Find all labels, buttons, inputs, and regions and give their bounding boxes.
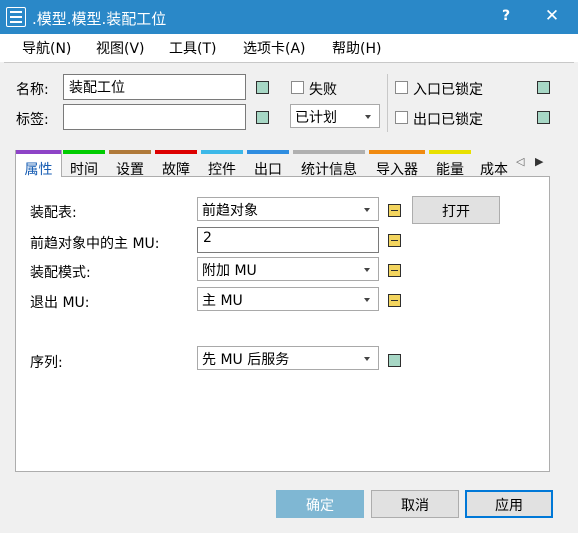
- tab-color-bar: [155, 150, 197, 154]
- tab-color-bar: [293, 150, 365, 154]
- tab-color-bar: [369, 150, 425, 154]
- menu-tabs[interactable]: 选项卡(A): [243, 38, 306, 58]
- help-button[interactable]: ?: [496, 8, 516, 24]
- ok-button[interactable]: 确定: [276, 490, 364, 518]
- tab-color-bar: [63, 150, 105, 154]
- tab-color-bar: [109, 150, 151, 154]
- entry-locked-label: 入口已锁定: [413, 82, 483, 98]
- menu-tools[interactable]: 工具(T): [169, 38, 216, 58]
- name-input[interactable]: 装配工位: [63, 74, 246, 100]
- open-button[interactable]: 打开: [412, 196, 500, 224]
- sequence-label: 序列:: [30, 355, 63, 371]
- assembly-mode-formula-icon[interactable]: [388, 264, 401, 277]
- title-bar[interactable]: .模型.模型.装配工位 ? ✕: [0, 0, 578, 34]
- failed-label: 失败: [309, 82, 337, 98]
- sequence-select[interactable]: 先 MU 后服务: [197, 346, 379, 370]
- tab-importer[interactable]: 导入器: [369, 150, 425, 178]
- menu-view[interactable]: 视图(V): [96, 38, 145, 58]
- name-label: 名称:: [16, 82, 49, 98]
- exit-mu-value: 主 MU: [202, 293, 243, 309]
- plan-status-value: 已计划: [295, 110, 337, 126]
- assembly-table-formula-icon[interactable]: [388, 204, 401, 217]
- chevron-down-icon: [364, 357, 370, 361]
- entry-locked-inherit-icon[interactable]: [537, 81, 550, 94]
- main-mu-label: 前趋对象中的主 MU:: [30, 236, 160, 252]
- tab-time[interactable]: 时间: [63, 150, 105, 178]
- close-button[interactable]: ✕: [540, 6, 564, 26]
- tab-failures[interactable]: 故障: [155, 150, 197, 178]
- tab-color-bar: [429, 150, 471, 154]
- cancel-button[interactable]: 取消: [371, 490, 459, 518]
- plan-status-select[interactable]: 已计划: [290, 104, 380, 128]
- exit-locked-label: 出口已锁定: [413, 112, 483, 128]
- menu-help[interactable]: 帮助(H): [332, 38, 381, 58]
- tab-scroll-left-icon[interactable]: ◁: [516, 155, 524, 168]
- tab-controls[interactable]: 控件: [201, 150, 243, 178]
- window-title: .模型.模型.装配工位: [32, 10, 167, 28]
- tag-input[interactable]: [63, 104, 246, 130]
- tab-statistics[interactable]: 统计信息: [293, 150, 365, 178]
- menu-navigate[interactable]: 导航(N): [22, 38, 71, 58]
- chevron-down-icon: [364, 268, 370, 272]
- main-mu-formula-icon[interactable]: [388, 234, 401, 247]
- chevron-down-icon: [364, 208, 370, 212]
- tab-energy[interactable]: 能量: [429, 150, 471, 178]
- exit-mu-label: 退出 MU:: [30, 295, 90, 311]
- sequence-inherit-icon[interactable]: [388, 354, 401, 367]
- chevron-down-icon: [364, 298, 370, 302]
- name-inherit-icon[interactable]: [256, 81, 269, 94]
- failed-checkbox[interactable]: [291, 81, 304, 94]
- apply-button[interactable]: 应用: [465, 490, 553, 518]
- exit-mu-select[interactable]: 主 MU: [197, 287, 379, 311]
- sequence-value: 先 MU 后服务: [202, 352, 290, 368]
- exit-mu-formula-icon[interactable]: [388, 294, 401, 307]
- main-mu-input[interactable]: 2: [197, 227, 379, 253]
- tab-cost[interactable]: 成本: [475, 157, 513, 177]
- tab-label: 属性: [24, 162, 53, 178]
- tab-color-bar: [201, 150, 243, 154]
- assembly-mode-label: 装配模式:: [30, 265, 91, 281]
- assembly-table-value: 前趋对象: [202, 203, 258, 219]
- assembly-table-select[interactable]: 前趋对象: [197, 197, 379, 221]
- tab-exit[interactable]: 出口: [247, 150, 289, 178]
- group-divider: [387, 74, 388, 132]
- tag-inherit-icon[interactable]: [256, 111, 269, 124]
- assembly-mode-value: 附加 MU: [202, 263, 257, 279]
- exit-locked-inherit-icon[interactable]: [537, 111, 550, 124]
- tag-label: 标签:: [16, 112, 49, 128]
- tab-label: 成本: [480, 162, 508, 177]
- menu-separator: [4, 62, 574, 63]
- tab-color-bar: [16, 150, 61, 154]
- chevron-down-icon: [365, 115, 371, 119]
- tab-settings[interactable]: 设置: [109, 150, 151, 178]
- assembly-mode-select[interactable]: 附加 MU: [197, 257, 379, 281]
- tab-properties[interactable]: 属性: [16, 150, 61, 178]
- station-icon: [6, 7, 26, 27]
- entry-locked-checkbox[interactable]: [395, 81, 408, 94]
- tab-scroll-right-icon[interactable]: ▶: [535, 155, 543, 168]
- tab-color-bar: [247, 150, 289, 154]
- assembly-table-label: 装配表:: [30, 205, 77, 221]
- exit-locked-checkbox[interactable]: [395, 111, 408, 124]
